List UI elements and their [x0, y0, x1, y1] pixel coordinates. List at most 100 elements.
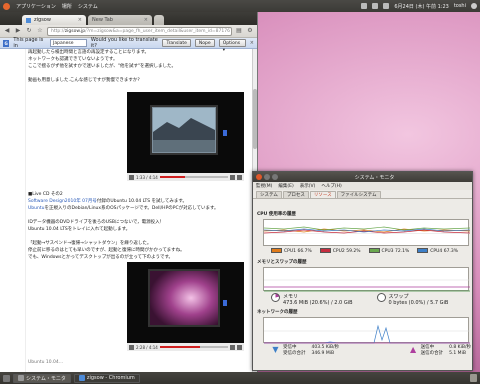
- window-title: システム・モニタ: [354, 174, 395, 181]
- article-line: 「起動→サスペンド→復帰→シャットダウン」を繰り返した。: [28, 241, 152, 246]
- language-select[interactable]: Japanese: [50, 39, 87, 47]
- memory-legend: メモリ 473.6 MiB (20.6%) / 2.0 GiB スワップ 0 b…: [271, 293, 471, 306]
- new-tab-button[interactable]: [154, 15, 164, 25]
- network-legend: ▼ 受信中 403.5 KiB/秒 受信の合計 346.9 MiB ▲ 送信中 …: [271, 345, 471, 357]
- swap-label: スワップ: [388, 294, 409, 300]
- article-line: Ubuntu 10.04...: [28, 360, 64, 365]
- network-history-title: ネットワークの履歴: [257, 310, 298, 315]
- back-icon[interactable]: ◀: [3, 27, 11, 35]
- cpu4-swatch[interactable]: [417, 248, 429, 253]
- menu-applications[interactable]: アプリケーション: [16, 3, 56, 10]
- menu-places[interactable]: 場所: [62, 3, 72, 10]
- article-line: を正規入りのDebian/Linux系のOSパッケージです。Dell/HPのPC…: [44, 206, 219, 211]
- close-icon[interactable]: [256, 174, 262, 180]
- forward-icon[interactable]: ▶: [14, 27, 22, 35]
- video-frame[interactable]: [127, 92, 244, 173]
- fullscreen-icon[interactable]: [237, 174, 242, 180]
- swap-pie-icon[interactable]: [376, 293, 386, 302]
- article-line: ネットワークも認識できていないようです。: [28, 57, 118, 62]
- translate-question: Would you like to translate it?: [90, 37, 158, 49]
- pause-icon[interactable]: [129, 344, 134, 350]
- swap-stat: スワップ 0 bytes (0.0%) / 5.7 GiB: [376, 293, 448, 306]
- reload-icon[interactable]: ↻: [25, 27, 33, 35]
- menu-system[interactable]: システム: [78, 3, 98, 10]
- tab-filesystems[interactable]: ファイルシステム: [336, 191, 381, 198]
- cpu2-swatch[interactable]: [319, 248, 331, 253]
- video-progress[interactable]: [159, 176, 228, 178]
- wrench-icon[interactable]: ⚙: [246, 27, 254, 35]
- power-icon[interactable]: [471, 3, 477, 9]
- memory-lines: [264, 279, 470, 292]
- cpu3-swatch[interactable]: [368, 248, 380, 253]
- menu-edit[interactable]: 編集(E): [278, 183, 293, 189]
- fullscreen-icon[interactable]: [237, 344, 242, 350]
- article-line: 動画も用意しました.こんな感じですが我慢できますか?: [28, 78, 140, 83]
- memory-graph: [263, 267, 470, 292]
- video-player[interactable]: 1:33 / 4:14: [127, 92, 244, 181]
- tab-strip: zigsow × New Tab ×: [0, 12, 257, 25]
- cpu-graph: [263, 219, 470, 246]
- page-menu-icon[interactable]: ▤: [235, 27, 243, 35]
- receive-stat: ▼ 受信中 403.5 KiB/秒 受信の合計 346.9 MiB: [271, 345, 339, 357]
- menu-monitor[interactable]: 監視(M): [256, 183, 272, 189]
- menu-help[interactable]: ヘルプ(H): [321, 183, 341, 189]
- speaker-icon[interactable]: [383, 3, 390, 9]
- article-line: 付録のUbuntu 10.04 LTS を試してみます。: [96, 199, 187, 204]
- video-controls: 1:33 / 4:14: [127, 173, 244, 181]
- close-icon[interactable]: ×: [250, 40, 254, 46]
- cpu1-swatch[interactable]: [271, 248, 282, 253]
- clock[interactable]: 6月24日 (木) 午前 1:23: [394, 3, 448, 10]
- ubuntu-logo-icon[interactable]: [3, 2, 10, 10]
- tab-label: New Tab: [92, 17, 113, 23]
- video-controls: 2:28 / 4:14: [127, 343, 244, 351]
- cpu1-legend: CPU1 66.7%: [271, 248, 312, 254]
- pause-icon[interactable]: [129, 174, 134, 180]
- minimize-icon[interactable]: [264, 174, 270, 180]
- network-icon[interactable]: [361, 3, 368, 9]
- tab-system[interactable]: システム: [256, 191, 282, 198]
- video-thumbnail: [127, 262, 244, 343]
- network-lines: [264, 324, 470, 344]
- menu-view[interactable]: 表示(V): [300, 183, 316, 189]
- send-total: 5.1 MiB: [449, 351, 466, 356]
- memory-label: メモリ: [283, 294, 299, 300]
- options-button[interactable]: Options ▾: [218, 39, 246, 53]
- show-desktop-icon[interactable]: [3, 374, 10, 382]
- translate-button[interactable]: Translate: [162, 39, 191, 47]
- task-chromium[interactable]: zigsow - Chromium: [73, 373, 140, 383]
- mail-icon[interactable]: [372, 3, 379, 9]
- volume-icon[interactable]: [230, 344, 235, 350]
- video-frame[interactable]: [127, 262, 244, 343]
- star-icon[interactable]: ☆: [36, 27, 44, 35]
- memory-pie-icon[interactable]: [271, 293, 280, 302]
- address-bar[interactable]: http:// zigsow.jp /?m=zigsow&a=page_fh_u…: [47, 26, 232, 36]
- chromium-window: zigsow × New Tab × ◀ ▶ ↻ ☆ http:// zigso…: [0, 12, 258, 372]
- tab-resources[interactable]: リソース: [309, 191, 336, 198]
- magazine-link[interactable]: Software Design2010年 07月号: [28, 199, 97, 204]
- user-name[interactable]: toshi: [454, 3, 466, 9]
- article-line: 停止前に移るのはとても早いのですが、起動と復帰に時間がかかってますね。: [28, 248, 185, 253]
- cpu-lines: [264, 226, 470, 234]
- maximize-icon[interactable]: [272, 174, 278, 180]
- tab-zigsow[interactable]: zigsow ×: [22, 15, 86, 25]
- section-title: ■Live CD その2: [28, 192, 63, 197]
- trash-icon[interactable]: [470, 374, 477, 382]
- arrow-up-icon[interactable]: ▲: [409, 345, 418, 354]
- arrow-down-icon[interactable]: ▼: [271, 345, 280, 354]
- tab-processes[interactable]: プロセス: [282, 191, 309, 198]
- cpu-history-title: CPU 使用率の履歴: [257, 212, 296, 217]
- window-titlebar[interactable]: システム・モニタ: [253, 172, 472, 182]
- volume-icon[interactable]: [230, 174, 235, 180]
- task-system-monitor[interactable]: システム・モニタ: [13, 373, 71, 383]
- scrollbar-thumb[interactable]: [253, 89, 257, 149]
- ubuntu-link[interactable]: Ubuntu: [28, 206, 44, 211]
- cpu3-legend: CPU3 72.1%: [368, 248, 409, 254]
- cpu2-legend: CPU2 59.2%: [319, 248, 361, 254]
- video-progress[interactable]: [159, 346, 228, 348]
- video-player[interactable]: 2:28 / 4:14: [127, 262, 244, 351]
- video-time: 2:28 / 4:14: [136, 344, 158, 350]
- tab-close-icon[interactable]: ×: [78, 17, 82, 23]
- tab-new-tab[interactable]: New Tab ×: [88, 15, 152, 25]
- nope-button[interactable]: Nope: [194, 39, 215, 47]
- tab-close-icon[interactable]: ×: [144, 17, 148, 23]
